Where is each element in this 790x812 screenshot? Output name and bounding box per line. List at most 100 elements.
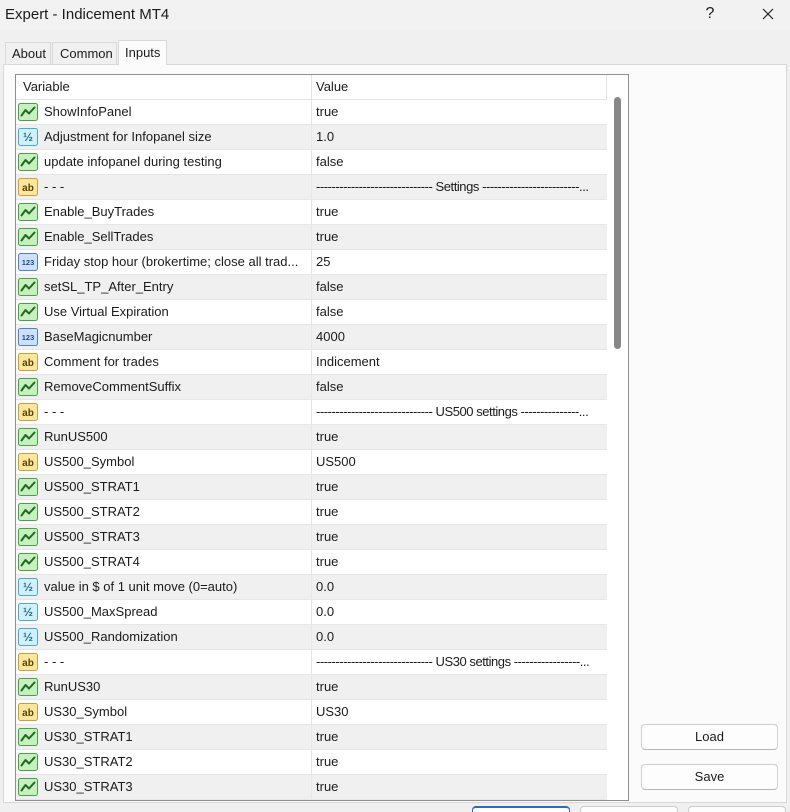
value-cell[interactable]: true — [312, 425, 607, 449]
variable-name: Enable_BuyTrades — [44, 204, 155, 219]
table-row[interactable]: US500_STRAT3 true — [16, 525, 607, 550]
table-row[interactable]: ab - - - ------------------------------ Se… — [16, 175, 607, 200]
variable-cell: ab US500_Symbol — [16, 450, 312, 474]
table-row[interactable]: setSL_TP_After_Entry false — [16, 275, 607, 300]
table-row[interactable]: ShowInfoPanel true — [16, 100, 607, 125]
row-type-icon — [18, 103, 38, 121]
table-row[interactable]: RunUS500 true — [16, 425, 607, 450]
value-cell[interactable]: true — [312, 225, 607, 249]
table-row[interactable]: 123 Friday stop hour (brokertime; close a… — [16, 250, 607, 275]
value-cell[interactable]: US500 — [312, 450, 607, 474]
value-cell[interactable]: 0.0 — [312, 600, 607, 624]
value-cell[interactable]: true — [312, 100, 607, 124]
value-cell[interactable]: ------------------------------ US30 sett… — [312, 650, 607, 674]
variable-cell: Use Virtual Expiration — [16, 300, 312, 324]
table-row[interactable]: US500_STRAT1 true — [16, 475, 607, 500]
bool-icon — [18, 478, 38, 496]
table-row[interactable]: ab US500_Symbol US500 — [16, 450, 607, 475]
table-row[interactable]: ab US30_Symbol US30 — [16, 700, 607, 725]
row-type-icon: ab — [18, 703, 38, 721]
table-row[interactable]: update infopanel during testing false — [16, 150, 607, 175]
value-cell[interactable]: true — [312, 725, 607, 749]
icon-glyph: ½ — [23, 580, 33, 594]
row-type-icon: ½ — [18, 603, 38, 621]
value-cell[interactable]: true — [312, 475, 607, 499]
table-row[interactable]: US30_STRAT3 true — [16, 775, 607, 800]
tab-about[interactable]: About — [5, 42, 51, 64]
table-row[interactable]: US500_STRAT4 true — [16, 550, 607, 575]
variable-name: update infopanel during testing — [44, 154, 222, 169]
value-cell[interactable]: true — [312, 675, 607, 699]
value-cell[interactable]: 0.0 — [312, 575, 607, 599]
tab-strip: About Common Inputs — [0, 38, 790, 65]
value-cell[interactable]: true — [312, 525, 607, 549]
table-row[interactable]: ab - - - ------------------------------ US… — [16, 400, 607, 425]
bool-icon — [18, 153, 38, 171]
table-row[interactable]: ½ US500_Randomization 0.0 — [16, 625, 607, 650]
variable-name: US500_Randomization — [44, 629, 178, 644]
row-type-icon — [18, 778, 38, 796]
value-cell[interactable]: US30 — [312, 700, 607, 724]
value-cell[interactable]: true — [312, 500, 607, 524]
table-row[interactable]: Use Virtual Expiration false — [16, 300, 607, 325]
variable-cell: setSL_TP_After_Entry — [16, 275, 312, 299]
value-cell[interactable]: false — [312, 300, 607, 324]
value-cell[interactable]: 1.0 — [312, 125, 607, 149]
icon-glyph: ab — [22, 183, 34, 194]
value-cell[interactable]: 4000 — [312, 325, 607, 349]
tab-common[interactable]: Common — [52, 42, 117, 64]
table-row[interactable]: ½ US500_MaxSpread 0.0 — [16, 600, 607, 625]
variable-cell: US30_STRAT3 — [16, 775, 312, 799]
variable-name: Adjustment for Infopanel size — [44, 129, 212, 144]
value-cell[interactable]: true — [312, 200, 607, 224]
table-row[interactable]: 123 BaseMagicnumber 4000 — [16, 325, 607, 350]
icon-glyph: ½ — [23, 130, 33, 144]
variable-name: ShowInfoPanel — [44, 104, 132, 119]
icon-glyph: ab — [22, 458, 34, 469]
footer-button-third[interactable] — [688, 806, 786, 812]
table-row[interactable]: RunUS30 true — [16, 675, 607, 700]
variable-cell: US30_STRAT2 — [16, 750, 312, 774]
table-row[interactable]: ab Comment for trades Indicement — [16, 350, 607, 375]
value-cell[interactable]: true — [312, 775, 607, 799]
value-cell[interactable]: false — [312, 150, 607, 174]
table-row[interactable]: US30_STRAT1 true — [16, 725, 607, 750]
table-row[interactable]: US30_STRAT2 true — [16, 750, 607, 775]
table-row[interactable]: US500_STRAT2 true — [16, 500, 607, 525]
icon-glyph: ab — [22, 358, 34, 369]
value-cell[interactable]: 0.0 — [312, 625, 607, 649]
bool-icon — [18, 278, 38, 296]
table-row[interactable]: ½ Adjustment for Infopanel size 1.0 — [16, 125, 607, 150]
value-cell[interactable]: false — [312, 375, 607, 399]
variable-name: US500_STRAT1 — [44, 479, 140, 494]
table-row[interactable]: ab - - - ------------------------------ US… — [16, 650, 607, 675]
load-button[interactable]: Load — [641, 724, 778, 750]
vertical-scrollbar[interactable] — [608, 75, 628, 800]
footer-button-default[interactable] — [472, 806, 570, 812]
table-row[interactable]: Enable_SellTrades true — [16, 225, 607, 250]
value-cell[interactable]: Indicement — [312, 350, 607, 374]
variable-name: RunUS500 — [44, 429, 108, 444]
bool-icon — [18, 678, 38, 696]
save-button[interactable]: Save — [641, 764, 778, 790]
footer-button-second[interactable] — [580, 806, 678, 812]
value-cell[interactable]: ------------------------------ US500 set… — [312, 400, 607, 424]
value-cell[interactable]: false — [312, 275, 607, 299]
close-button[interactable] — [761, 7, 775, 21]
variable-cell: RemoveCommentSuffix — [16, 375, 312, 399]
variable-name: US500_STRAT4 — [44, 554, 140, 569]
value-cell[interactable]: ------------------------------ Settings … — [312, 175, 607, 199]
table-row[interactable]: RemoveCommentSuffix false — [16, 375, 607, 400]
column-header-variable[interactable]: Variable — [16, 75, 312, 100]
table-row[interactable]: Enable_BuyTrades true — [16, 200, 607, 225]
tab-inputs[interactable]: Inputs — [118, 40, 167, 65]
value-cell[interactable]: true — [312, 750, 607, 774]
row-type-icon — [18, 553, 38, 571]
scrollbar-thumb[interactable] — [614, 97, 621, 349]
value-cell[interactable]: true — [312, 550, 607, 574]
help-button[interactable]: ? — [703, 4, 717, 24]
icon-glyph: 123 — [22, 333, 35, 342]
column-header-value[interactable]: Value — [312, 75, 607, 100]
value-cell[interactable]: 25 — [312, 250, 607, 274]
table-row[interactable]: ½ value in $ of 1 unit move (0=auto) 0.0 — [16, 575, 607, 600]
